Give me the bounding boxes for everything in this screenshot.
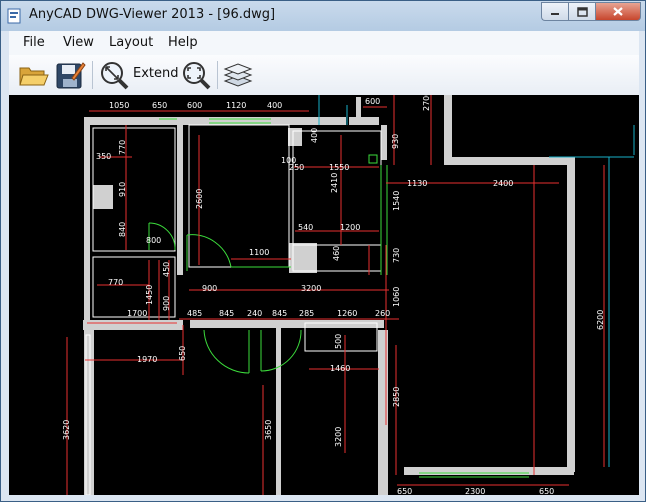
layers-icon [223, 63, 253, 87]
toolbar: Extend [9, 55, 639, 96]
toolbar-separator [217, 61, 218, 89]
dim-label: 1120 [226, 101, 246, 110]
layers-button[interactable] [221, 59, 255, 91]
dim-label: 1260 [337, 309, 357, 318]
dim-label: 3650 [264, 420, 273, 440]
drawing-canvas[interactable]: 1050 650 600 1120 400 600 2700 930 770 3… [9, 95, 639, 495]
menu-help[interactable]: Help [168, 35, 198, 50]
dim-label: 540 [298, 223, 313, 232]
zoom-extend-button[interactable] [97, 59, 131, 91]
menu-bar: File View Layout Help [9, 31, 639, 55]
dim-label: 600 [187, 101, 202, 110]
dim-label: 500 [334, 334, 343, 349]
dim-label: 910 [118, 182, 127, 197]
dim-label: 930 [391, 134, 400, 149]
window-title: AnyCAD DWG-Viewer 2013 - [96.dwg] [29, 7, 276, 22]
dim-label: 400 [310, 128, 319, 143]
menu-file[interactable]: File [23, 35, 45, 50]
minimize-icon [551, 12, 559, 15]
dim-label: 1200 [340, 223, 360, 232]
floor-plan-drawing: 1050 650 600 1120 400 600 2700 930 770 3… [62, 95, 635, 495]
dim-label: 2600 [195, 189, 204, 209]
dim-label: 650 [152, 101, 167, 110]
dim-label: 1130 [407, 179, 427, 188]
dim-label: 1060 [392, 287, 401, 307]
dim-label: 800 [146, 236, 161, 245]
dim-label: 900 [162, 296, 171, 311]
dim-label: 840 [118, 222, 127, 237]
dim-label: 600 [365, 97, 380, 106]
dim-label: 845 [219, 309, 234, 318]
dim-label: 1550 [329, 163, 349, 172]
app-icon [7, 8, 21, 24]
dim-label: 3620 [62, 420, 71, 440]
dim-label: 650 [539, 487, 554, 495]
dim-label: 3200 [334, 427, 343, 447]
app-window: AnyCAD DWG-Viewer 2013 - [96.dwg] File V… [0, 0, 646, 502]
close-icon [613, 7, 623, 16]
dim-label: 845 [272, 309, 287, 318]
dim-label: 3200 [301, 284, 321, 293]
save-disk-icon [56, 62, 86, 89]
maximize-icon [576, 6, 588, 17]
dim-label: 350 [96, 152, 111, 161]
dim-label: 1460 [330, 364, 350, 373]
save-button[interactable] [53, 59, 87, 91]
extend-label[interactable]: Extend [133, 66, 179, 81]
dim-label: 240 [247, 309, 262, 318]
dim-label: 1050 [109, 101, 129, 110]
zoom-window-button[interactable] [179, 59, 213, 91]
dim-label: 730 [392, 248, 401, 263]
dim-label: 770 [118, 140, 127, 155]
dim-label: 6200 [596, 310, 605, 330]
dim-label: 2400 [493, 179, 513, 188]
dim-label: 285 [299, 309, 314, 318]
dim-label: 1540 [392, 191, 401, 211]
dim-label: 400 [267, 101, 282, 110]
minimize-button[interactable] [541, 2, 568, 21]
dim-label: 485 [187, 309, 202, 318]
dim-label: 250 [289, 163, 304, 172]
dim-label: 1700 [127, 309, 147, 318]
dim-label: 260 [375, 309, 390, 318]
dimension-labels: 1050 650 600 1120 400 600 2700 930 770 3… [62, 95, 605, 495]
dim-label: 2410 [330, 173, 339, 193]
maximize-button[interactable] [568, 2, 595, 21]
open-folder-icon [19, 67, 49, 86]
dim-label: 450 [162, 262, 171, 277]
menu-view[interactable]: View [63, 35, 94, 50]
title-bar[interactable]: AnyCAD DWG-Viewer 2013 - [96.dwg] [1, 1, 645, 31]
dim-label: 650 [397, 487, 412, 495]
dim-label: 650 [178, 346, 187, 361]
toolbar-separator [92, 61, 93, 89]
close-button[interactable] [595, 2, 641, 21]
dim-label: 1100 [249, 248, 269, 257]
doors-windows [148, 118, 529, 478]
open-button[interactable] [17, 59, 51, 91]
menu-layout[interactable]: Layout [109, 35, 153, 50]
dim-label: 900 [202, 284, 217, 293]
dim-label: 1970 [137, 355, 157, 364]
zoom-extend-icon [101, 62, 129, 90]
dim-label: 460 [332, 246, 341, 261]
dim-label: 2300 [465, 487, 485, 495]
leader-lines [318, 95, 635, 467]
dim-label: 1450 [145, 285, 154, 305]
walls [83, 95, 575, 495]
window-controls [541, 2, 641, 22]
dim-label: 2850 [392, 387, 401, 407]
zoom-window-icon [183, 62, 211, 90]
dim-label: 770 [108, 278, 123, 287]
dim-label: 2700 [422, 95, 431, 111]
